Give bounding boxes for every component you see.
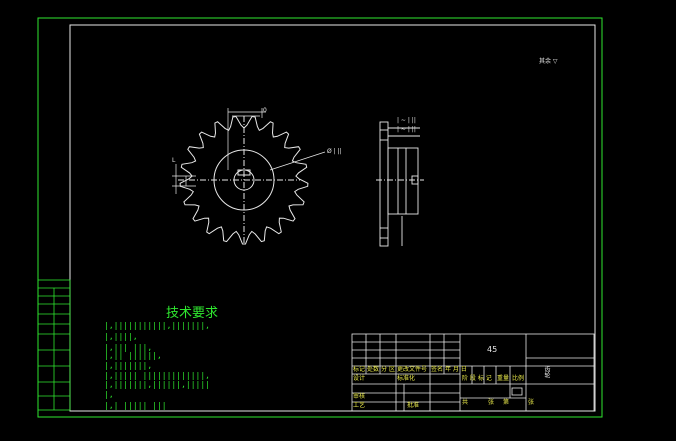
left-binding-strip bbox=[37, 279, 71, 411]
sprocket-front-view bbox=[178, 115, 309, 245]
row-header-mark: 标记 bbox=[353, 366, 366, 373]
tech-requirement-line: |,|||||||,||||||,||||| bbox=[104, 380, 210, 389]
side-dim-2-label: | ~ | || bbox=[397, 126, 416, 133]
tech-requirements-title: 技术要求 bbox=[166, 306, 219, 321]
row-header-count: 处数 bbox=[367, 366, 380, 373]
stage-mark-header: 阶 段 标 记 bbox=[462, 375, 492, 382]
design-label: 设计 bbox=[353, 375, 366, 382]
sprocket-side-view bbox=[376, 121, 424, 247]
row-header-change: 更改文件号 bbox=[397, 366, 428, 373]
row-header-date: 年 月 日 bbox=[445, 366, 467, 373]
dim-left-label: L bbox=[172, 157, 176, 164]
process-label: 工艺 bbox=[353, 402, 366, 409]
material-label: 45 bbox=[487, 345, 498, 354]
row-header-zone: 区 bbox=[389, 366, 396, 373]
tech-requirement-line: |,||||| |||||||||||||, bbox=[104, 371, 210, 380]
tech-requirement-line: |,|||||||, bbox=[104, 361, 153, 370]
sheet-label-2: 张 bbox=[528, 399, 535, 406]
row-header-sign: 签名 bbox=[431, 366, 444, 373]
dim-top-label: 0 bbox=[263, 107, 267, 114]
sheet-label: 张 bbox=[488, 399, 495, 406]
weight-header: 重量 bbox=[497, 375, 510, 382]
tech-requirement-line: |,||||, bbox=[104, 332, 138, 341]
cad-drawing-canvas bbox=[37, 17, 603, 418]
part-name-label: 齿轮 bbox=[543, 366, 550, 378]
sheet-no-label: 第 bbox=[503, 399, 510, 406]
total-sheets-label: 共 bbox=[462, 399, 469, 406]
dim-right-label: Ø | || bbox=[327, 148, 342, 155]
tech-requirement-line: |,| ||||| ||| bbox=[104, 401, 167, 410]
review-label: 审核 bbox=[353, 393, 366, 400]
tech-requirement-line: |, bbox=[104, 390, 114, 399]
scale-header: 比例 bbox=[512, 375, 525, 382]
approve-label: 批准 bbox=[407, 402, 420, 409]
front-view-dimensions bbox=[172, 108, 326, 194]
tech-requirement-line: |,|||||||||||,|||||||, bbox=[104, 321, 210, 330]
tech-requirement-line: |,|| ||||||, bbox=[104, 351, 162, 360]
roughness-note: 其余 ▽ bbox=[539, 58, 558, 65]
side-dim-1-label: | ~ | || bbox=[397, 117, 416, 124]
row-header-div: 分 bbox=[381, 366, 388, 373]
standardize-label: 标准化 bbox=[397, 375, 416, 382]
